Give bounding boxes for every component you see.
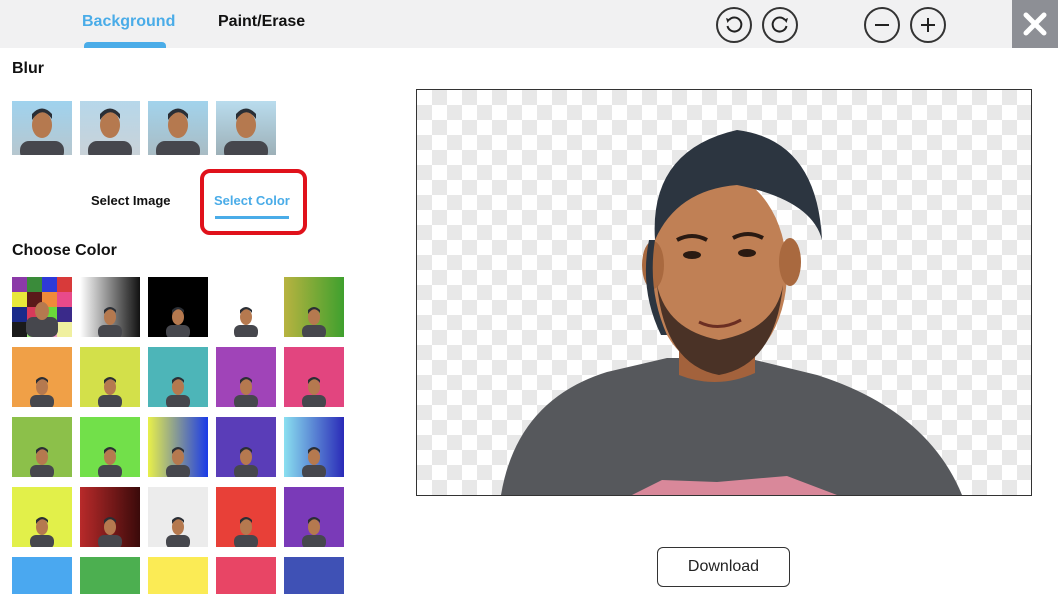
blur-thumbnail-4[interactable] [216,101,276,155]
undo-button[interactable] [716,7,752,43]
swatch-gradient-yellow-blue[interactable] [148,417,208,477]
swatch-palette[interactable] [12,277,72,337]
download-button[interactable]: Download [657,547,790,587]
swatch-gradient-darkred[interactable] [80,487,140,547]
person-thumbnail-icon [88,108,132,155]
background-options-panel: Blur Select Image Select Color Choose Co… [0,48,388,594]
swatch-violet[interactable] [284,487,344,547]
person-icon [234,307,258,337]
choose-color-title: Choose Color [12,242,117,259]
swatch-purple[interactable] [216,347,276,407]
person-icon [166,447,190,477]
zoom-out-button[interactable] [864,7,900,43]
person-cutout-image [501,130,962,495]
swatch-yellow[interactable] [148,557,208,594]
swatch-pink[interactable] [284,347,344,407]
swatch-gradient-white-black[interactable] [80,277,140,337]
swatch-transparent[interactable] [216,277,276,337]
person-icon [302,517,326,547]
swatch-orange[interactable] [12,347,72,407]
person-icon [30,377,54,407]
swatch-medium-green[interactable] [80,557,140,594]
swatch-bright-green[interactable] [80,417,140,477]
person-icon [234,377,258,407]
person-thumbnail-icon [20,108,64,155]
swatch-sky-blue[interactable] [12,557,72,594]
person-icon [166,517,190,547]
person-icon [30,447,54,477]
person-icon [30,517,54,547]
select-image-tab[interactable]: Select Image [91,193,171,208]
person-thumbnail-icon [156,108,200,155]
redo-icon [771,16,788,33]
swatch-teal[interactable] [148,347,208,407]
person-icon [98,307,122,337]
person-icon [98,447,122,477]
swatch-indigo[interactable] [216,417,276,477]
zoom-in-button[interactable] [910,7,946,43]
blur-thumbnail-2[interactable] [80,101,140,155]
minus-icon [875,24,889,26]
close-button[interactable] [1012,0,1058,48]
person-icon [302,307,326,337]
swatch-black[interactable] [148,277,208,337]
person-icon [302,377,326,407]
preview-panel: Download [388,48,1058,594]
select-color-highlight-box [200,169,307,235]
tab-background[interactable]: Background [82,13,175,31]
swatch-lime[interactable] [80,347,140,407]
person-icon [166,377,190,407]
swatch-red[interactable] [216,487,276,547]
redo-button[interactable] [762,7,798,43]
swatch-light-gray[interactable] [148,487,208,547]
person-icon [302,447,326,477]
app-window: Background Paint/Erase Blur Select Image… [0,0,1058,594]
swatch-royal-blue[interactable] [284,557,344,594]
person-icon [234,447,258,477]
swatch-yellow-green[interactable] [12,487,72,547]
top-bar: Background Paint/Erase [0,0,1058,48]
swatch-gradient-olive-green[interactable] [284,277,344,337]
plus-icon [921,18,935,32]
person-icon [234,517,258,547]
blur-title: Blur [12,60,44,77]
person-thumbnail-icon [224,108,268,155]
blur-thumbnail-1[interactable] [12,101,72,155]
person-icon [166,307,190,337]
undo-icon [726,16,743,33]
tab-paint-erase[interactable]: Paint/Erase [218,13,305,31]
swatch-rose[interactable] [216,557,276,594]
blur-thumbnail-3[interactable] [148,101,208,155]
palette-grid-icon [12,277,72,337]
swatch-green[interactable] [12,417,72,477]
swatch-gradient-cyan-navy[interactable] [284,417,344,477]
person-icon [98,377,122,407]
preview-canvas[interactable] [416,89,1032,496]
close-icon [1023,12,1047,36]
person-icon [98,517,122,547]
